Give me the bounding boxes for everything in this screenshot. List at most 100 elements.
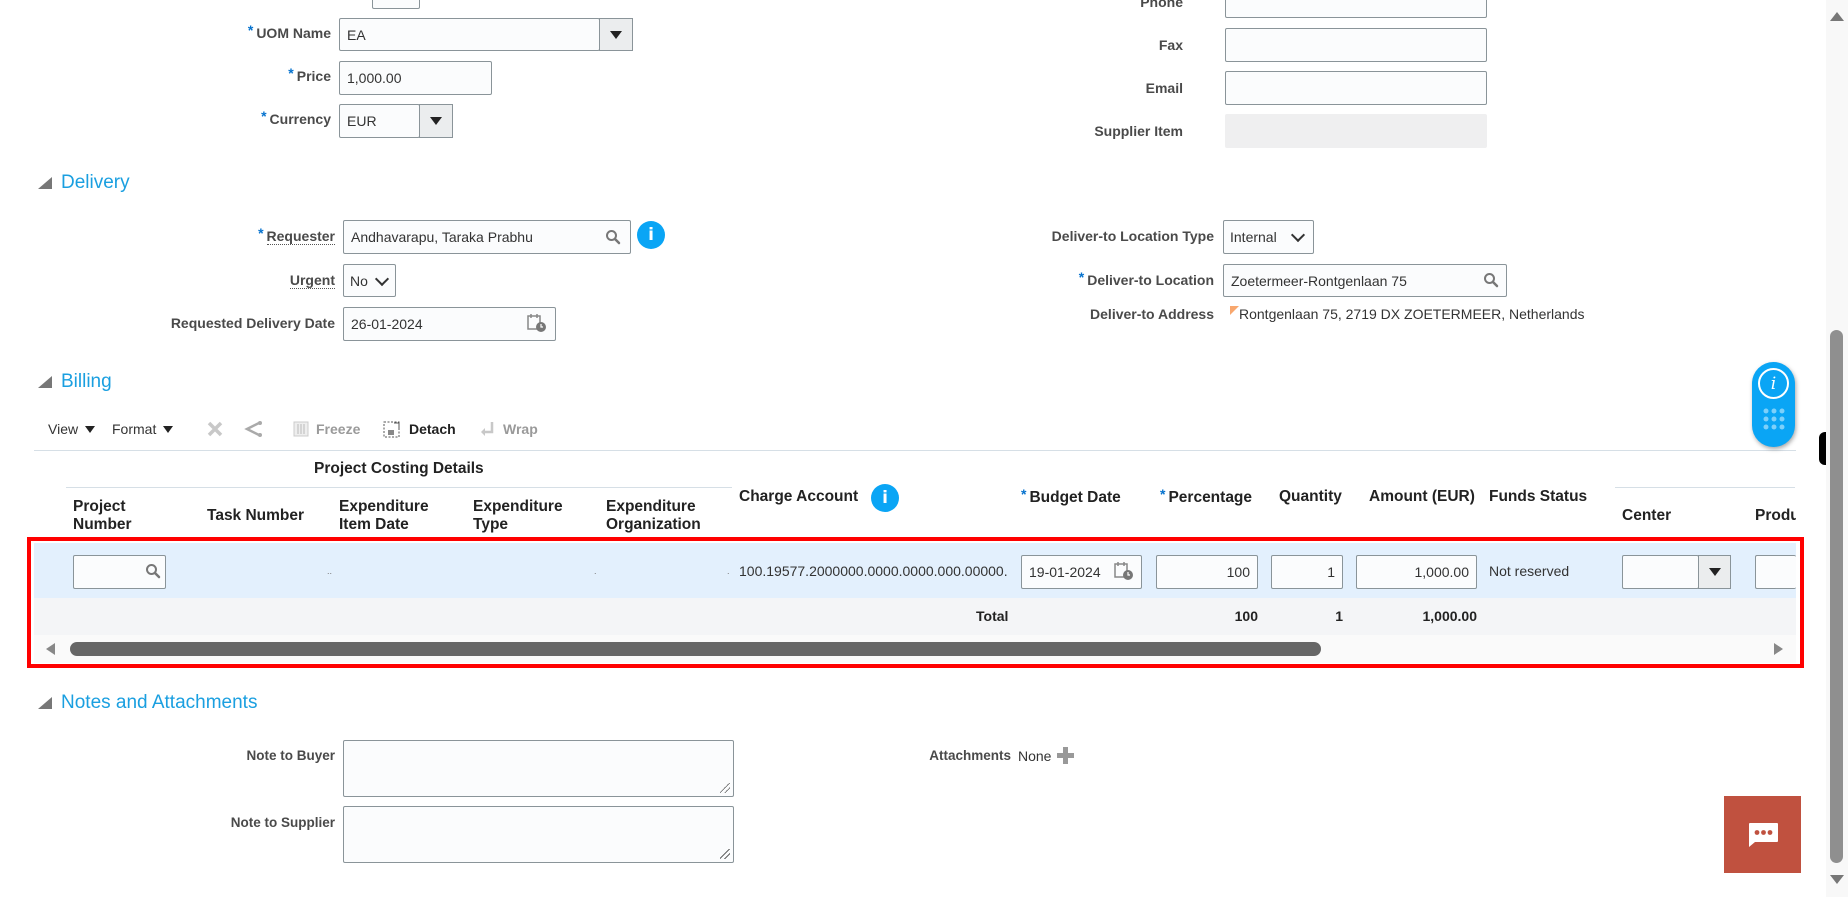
quantity-input[interactable]: 1 — [1271, 555, 1343, 589]
vertical-scrollbar-thumb[interactable] — [1830, 330, 1843, 863]
billing-section-header[interactable]: Billing — [38, 371, 112, 393]
charge-account-info-icon[interactable]: i — [871, 484, 899, 512]
help-widget[interactable]: i — [1752, 362, 1795, 447]
detach-icon — [383, 421, 400, 438]
percentage-input[interactable]: 100 — [1156, 555, 1258, 589]
requester-label: * Requester — [258, 225, 335, 245]
column-header-task-number[interactable]: Task Number — [207, 507, 304, 525]
funds-status-value: Not reserved — [1489, 563, 1570, 579]
column-header-project-number[interactable]: Project Number — [73, 498, 132, 534]
resize-grip-icon[interactable] — [720, 783, 730, 793]
note-to-buyer-textarea[interactable] — [343, 740, 734, 797]
scroll-down-arrow[interactable] — [1830, 875, 1844, 884]
email-input[interactable] — [1225, 71, 1487, 105]
currency-input[interactable]: EUR — [339, 104, 420, 138]
requested-delivery-date-value: 26-01-2024 — [351, 316, 423, 332]
vertical-scrollbar[interactable] — [1826, 0, 1848, 897]
currency-dropdown-button[interactable] — [419, 104, 453, 138]
required-indicator: * — [1078, 269, 1085, 285]
chat-button[interactable] — [1724, 796, 1801, 873]
flag-marker-icon — [1230, 306, 1239, 315]
keypad-icon[interactable] — [1763, 408, 1785, 430]
calendar-icon[interactable] — [1114, 561, 1134, 581]
urgent-select[interactable]: No — [343, 264, 396, 297]
split-icon[interactable] — [243, 421, 263, 437]
amount-value: 1,000.00 — [1414, 564, 1470, 580]
delivery-section-header[interactable]: Delivery — [38, 172, 130, 194]
search-icon[interactable] — [145, 563, 161, 579]
dropdown-triangle-icon — [1708, 568, 1721, 576]
column-header-amount[interactable]: Amount (EUR) — [1369, 488, 1475, 506]
chevron-down-icon — [1290, 227, 1306, 243]
resize-grip-icon[interactable] — [720, 849, 730, 859]
deliver-to-location-input[interactable]: Zoetermeer-Rontgenlaan 75 — [1223, 264, 1507, 297]
delete-icon[interactable] — [207, 421, 223, 437]
charge-account-value[interactable]: 100.19577.2000000.0000.0000.000.00000. — [739, 563, 1008, 579]
add-attachment-icon[interactable] — [1057, 747, 1074, 764]
group-header-divider — [66, 487, 732, 488]
product-input[interactable] — [1755, 555, 1796, 589]
column-header-percentage[interactable]: * Percentage — [1160, 486, 1252, 507]
column-header-budget-date[interactable]: * Budget Date — [1021, 486, 1121, 507]
uom-name-dropdown-button[interactable] — [599, 18, 633, 51]
scroll-right-arrow[interactable] — [1774, 643, 1783, 655]
horizontal-scrollbar[interactable] — [34, 635, 1796, 663]
required-indicator: * — [1021, 486, 1027, 502]
column-header-charge-account[interactable]: Charge Account — [739, 488, 858, 506]
column-header-expenditure-organization[interactable]: Expenditure Organization — [606, 498, 701, 534]
notes-section-header[interactable]: Notes and Attachments — [38, 692, 257, 714]
amount-input[interactable]: 1,000.00 — [1356, 555, 1477, 589]
required-indicator: * — [261, 108, 267, 124]
note-to-supplier-textarea[interactable] — [343, 806, 734, 863]
price-value: 1,000.00 — [347, 70, 402, 86]
requester-input[interactable]: Andhavarapu, Taraka Prabhu — [343, 220, 631, 254]
detach-button[interactable]: Detach — [409, 420, 456, 438]
search-icon[interactable] — [605, 229, 621, 245]
delivery-title: Delivery — [61, 172, 130, 193]
deliver-to-location-value: Zoetermeer-Rontgenlaan 75 — [1231, 272, 1407, 289]
info-icon[interactable]: i — [1758, 368, 1789, 399]
deliver-to-location-type-select[interactable]: Internal — [1223, 220, 1314, 254]
column-header-center[interactable]: Center — [1622, 507, 1671, 525]
column-header-quantity[interactable]: Quantity — [1279, 488, 1342, 506]
wrap-button[interactable]: Wrap — [503, 420, 538, 438]
deliver-to-address-label: Deliver-to Address — [1090, 306, 1214, 322]
urgent-label: Urgent — [289, 272, 335, 289]
calendar-icon[interactable] — [527, 313, 547, 333]
search-icon[interactable] — [1483, 272, 1499, 288]
attachments-value: None — [1018, 748, 1052, 764]
view-menu[interactable]: View — [48, 420, 96, 438]
center-input[interactable] — [1622, 555, 1699, 589]
group-header-project-costing: Project Costing Details — [314, 460, 484, 477]
column-header-product[interactable]: Produ — [1755, 507, 1796, 525]
center-dropdown-button[interactable] — [1698, 555, 1731, 589]
deliver-to-location-type-label: Deliver-to Location Type — [1051, 228, 1214, 244]
view-label: View — [48, 421, 79, 437]
format-menu[interactable]: Format — [112, 420, 174, 438]
scrollbar-thumb[interactable] — [70, 642, 1321, 656]
column-header-expenditure-type[interactable]: Expenditure Type — [473, 498, 563, 534]
uom-name-label: * UOM Name — [247, 22, 331, 41]
scroll-left-arrow[interactable] — [46, 643, 55, 655]
column-header-funds-status[interactable]: Funds Status — [1489, 488, 1587, 506]
deliver-to-location-label: * Deliver-to Location — [1078, 269, 1214, 288]
deliver-to-address-value: Rontgenlaan 75, 2719 DX ZOETERMEER, Neth… — [1239, 306, 1585, 322]
quantity-value: 1 — [1327, 564, 1335, 580]
format-label: Format — [112, 421, 157, 437]
requester-info-icon[interactable]: i — [637, 221, 665, 249]
total-amount: 1,000.00 — [1422, 608, 1478, 624]
fax-input[interactable] — [1225, 28, 1487, 62]
requested-delivery-date-input[interactable]: 26-01-2024 — [343, 307, 556, 341]
column-header-expenditure-item-date[interactable]: Expenditure Item Date — [339, 498, 429, 534]
phone-input[interactable] — [1225, 0, 1487, 18]
price-input[interactable]: 1,000.00 — [339, 61, 492, 95]
freeze-button[interactable]: Freeze — [316, 420, 360, 438]
total-label: Total — [976, 608, 1009, 624]
uom-name-input[interactable]: EA — [339, 18, 600, 51]
notes-title: Notes and Attachments — [61, 692, 258, 713]
dropdown-triangle-icon — [85, 425, 96, 433]
note-to-supplier-label: Note to Supplier — [230, 815, 335, 830]
phone-label: Phone — [1140, 0, 1183, 10]
top-partial-field[interactable] — [372, 0, 420, 9]
scroll-up-arrow[interactable] — [1830, 12, 1844, 21]
